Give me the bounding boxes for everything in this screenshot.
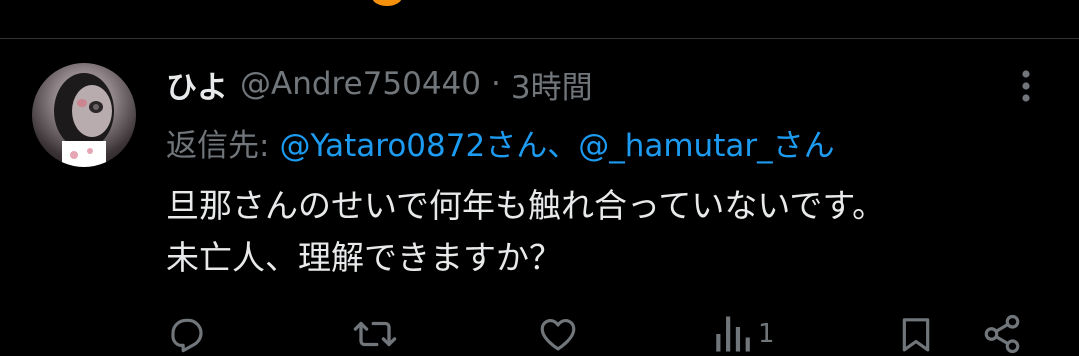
tweet-body: 旦那さんのせいで何年も触れ合っていないです。 未亡人、理解できますか？	[166, 180, 1066, 284]
share-icon	[984, 314, 1020, 354]
reply-button[interactable]	[166, 312, 208, 356]
more-options-button[interactable]	[1008, 66, 1044, 106]
mention-link-1[interactable]: @Yataro0872さん、	[279, 120, 578, 165]
timestamp[interactable]: 3時間	[511, 62, 593, 107]
mention-link-2[interactable]: @_hamutar_さん	[578, 120, 834, 165]
reply-icon	[171, 318, 203, 353]
avatar-image	[54, 73, 114, 167]
analytics-icon	[716, 316, 750, 352]
display-name[interactable]: ひよ	[166, 62, 228, 107]
bookmark-icon	[902, 318, 930, 352]
views-count: 1	[758, 319, 775, 349]
reply-to-line: 返信先: @Yataro0872さん、 @_hamutar_さん	[166, 120, 835, 164]
avatar[interactable]	[32, 63, 136, 167]
bookmark-button[interactable]	[896, 312, 936, 356]
notification-indicator-icon	[372, 0, 402, 6]
reply-to-label: 返信先:	[166, 127, 270, 164]
heart-icon	[540, 318, 576, 351]
share-button[interactable]	[980, 312, 1024, 356]
views-button[interactable]: 1	[712, 312, 775, 356]
retweet-button[interactable]	[352, 312, 398, 356]
tweet-text-line-2: 未亡人、理解できますか？	[166, 238, 562, 277]
divider	[0, 38, 1079, 39]
action-bar: 1	[0, 312, 1079, 356]
tweet-header: ひよ @Andre750440 · 3時間	[166, 62, 593, 106]
separator-dot: ·	[491, 66, 501, 102]
more-dots-icon	[1022, 70, 1030, 102]
like-button[interactable]	[536, 312, 580, 356]
user-handle[interactable]: @Andre750440	[240, 66, 481, 102]
tweet-text-line-1: 旦那さんのせいで何年も触れ合っていないです。	[166, 186, 886, 225]
retweet-icon	[353, 321, 397, 347]
